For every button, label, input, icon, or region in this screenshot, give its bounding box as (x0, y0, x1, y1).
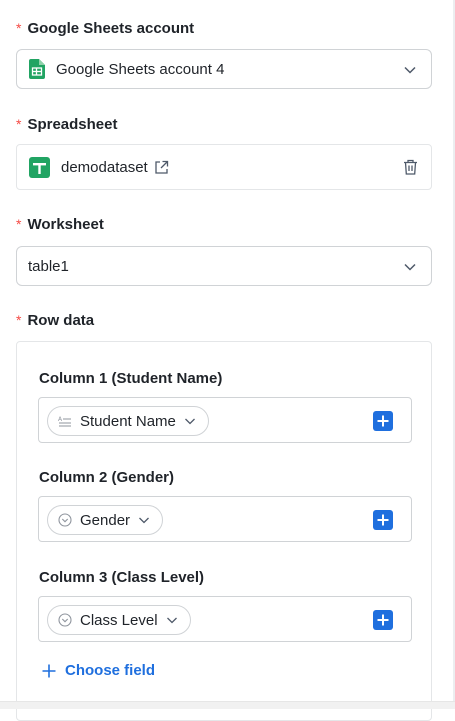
required-mark: * (16, 312, 22, 328)
field-pill-label: Class Level (80, 611, 158, 629)
external-link-icon[interactable] (154, 160, 169, 175)
worksheet-value: table1 (28, 257, 69, 275)
single-select-icon (58, 613, 72, 627)
chevron-down-icon (166, 617, 177, 624)
choose-field-label: Choose field (65, 662, 156, 679)
chevron-down-icon (139, 517, 150, 524)
row-data-panel: Column 1 (Student Name) A Student Name C… (16, 341, 432, 721)
google-sheets-icon (29, 156, 50, 178)
plus-icon (377, 614, 389, 626)
chevron-down-icon[interactable] (403, 63, 417, 77)
add-button[interactable] (373, 411, 393, 431)
required-mark: * (16, 20, 22, 36)
text-field-icon: A (58, 415, 72, 427)
account-label: * Google Sheets account (16, 20, 195, 37)
plus-icon (377, 415, 389, 427)
spreadsheet-label: * Spreadsheet (16, 116, 118, 133)
field-pill-class-level[interactable]: Class Level (47, 605, 191, 635)
field-pill-student-name[interactable]: A Student Name (47, 406, 209, 436)
plus-icon (42, 664, 56, 677)
required-mark: * (16, 116, 22, 132)
column-3-label: Column 3 (Class Level) (39, 569, 205, 586)
account-value: Google Sheets account 4 (56, 60, 225, 78)
plus-icon (377, 514, 389, 526)
horizontal-scrollbar[interactable] (0, 701, 455, 709)
add-button[interactable] (373, 610, 393, 630)
required-mark: * (16, 216, 22, 232)
spreadsheet-name[interactable]: demodataset (61, 159, 148, 176)
single-select-icon (58, 513, 72, 527)
add-button[interactable] (373, 510, 393, 530)
column-1-label: Column 1 (Student Name) (39, 370, 223, 387)
column-3-field: Class Level (38, 596, 412, 642)
column-2-label: Column 2 (Gender) (39, 469, 175, 486)
account-select[interactable]: Google Sheets account 4 (16, 49, 432, 89)
field-pill-label: Student Name (80, 412, 176, 430)
column-1-field: A Student Name (38, 397, 412, 443)
trash-icon[interactable] (403, 159, 418, 175)
worksheet-select[interactable]: table1 (16, 246, 432, 286)
worksheet-label: * Worksheet (16, 216, 104, 233)
column-2-field: Gender (38, 496, 412, 542)
field-pill-gender[interactable]: Gender (47, 505, 164, 535)
svg-text:A: A (58, 416, 63, 423)
chevron-down-icon[interactable] (403, 260, 417, 274)
row-data-label: * Row data (16, 312, 95, 329)
choose-field-button[interactable]: Choose field (41, 662, 155, 679)
field-pill-label: Gender (80, 511, 131, 529)
spreadsheet-selection: demodataset (16, 144, 432, 190)
google-sheets-icon (29, 59, 45, 79)
chevron-down-icon (184, 418, 195, 425)
